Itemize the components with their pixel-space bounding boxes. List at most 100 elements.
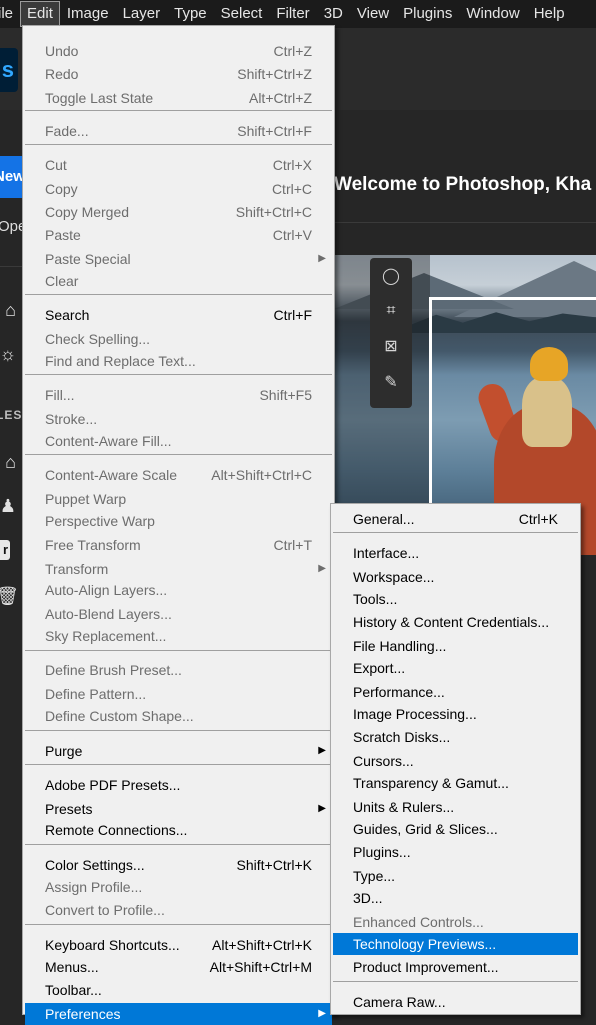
menu-item-technology-previews[interactable]: Technology Previews... [333, 933, 578, 955]
menu-item-type[interactable]: Type... [333, 865, 578, 887]
menu-item-menus[interactable]: Menus... Alt+Shift+Ctrl+M [25, 956, 332, 978]
menu-item-transform[interactable]: Transform ▶ [25, 558, 332, 580]
menu-item-history-and-content-credentials[interactable]: History & Content Credentials... [333, 611, 578, 633]
person-hair [522, 377, 572, 447]
menu-item-cursors[interactable]: Cursors... [333, 750, 578, 772]
menu-item-purge[interactable]: Purge ▶ [25, 740, 332, 762]
crop-icon[interactable]: ⌗ [370, 296, 412, 326]
menu-item-copy-merged[interactable]: Copy Merged Shift+Ctrl+C [25, 201, 332, 223]
new-file-button[interactable]: New [0, 156, 22, 198]
menu-layer[interactable]: Layer [116, 1, 168, 27]
menu-item-undo[interactable]: Undo Ctrl+Z [25, 40, 332, 62]
menu-item-interface[interactable]: Interface... [333, 542, 578, 564]
menu-item-adobe-pdf-presets[interactable]: Adobe PDF Presets... [25, 774, 332, 796]
menu-item-auto-blend-layers[interactable]: Auto-Blend Layers... [25, 603, 332, 625]
learn-lightbulb-icon[interactable]: ☼ [0, 344, 16, 365]
menu-item-export[interactable]: Export... [333, 657, 578, 679]
menu-item-product-improvement[interactable]: Product Improvement... [333, 956, 578, 978]
menu-item-content-aware-scale[interactable]: Content-Aware Scale Alt+Shift+Ctrl+C [25, 464, 332, 486]
menu-item-stroke[interactable]: Stroke... [25, 408, 332, 430]
menu-item-label: Keyboard Shortcuts... [45, 937, 180, 953]
menu-item-define-brush-preset[interactable]: Define Brush Preset... [25, 659, 332, 681]
menu-item-plugins[interactable]: Plugins... [333, 841, 578, 863]
menu-separator [25, 844, 332, 845]
menu-item-copy[interactable]: Copy Ctrl+C [25, 178, 332, 200]
menu-item-puppet-warp[interactable]: Puppet Warp [25, 488, 332, 510]
menu-item-clear[interactable]: Clear [25, 270, 332, 292]
menu-item-cut[interactable]: Cut Ctrl+X [25, 154, 332, 176]
menu-ile[interactable]: ile [0, 1, 20, 27]
menu-item-image-processing[interactable]: Image Processing... [333, 703, 578, 725]
home-icon[interactable]: ⌂ [0, 300, 16, 321]
menu-item-find-and-replace-text[interactable]: Find and Replace Text... [25, 350, 332, 372]
menu-item-workspace[interactable]: Workspace... [333, 566, 578, 588]
menu-item-paste[interactable]: Paste Ctrl+V [25, 224, 332, 246]
menu-item-label: Tools... [353, 591, 398, 607]
shared-users-icon[interactable]: ♟ [0, 496, 16, 517]
menu-item-label: Auto-Blend Layers... [45, 606, 172, 622]
menu-item-shortcut: Ctrl+V [272, 227, 312, 243]
menu-item-shortcut: Ctrl+C [271, 181, 312, 197]
menu-filter[interactable]: Filter [269, 1, 316, 27]
menu-item-general[interactable]: General... Ctrl+K [333, 508, 578, 530]
menu-item-label: Transparency & Gamut... [353, 775, 509, 791]
menu-item-performance[interactable]: Performance... [333, 681, 578, 703]
menu-item-shortcut: Shift+F5 [259, 387, 312, 403]
menu-item-enhanced-controls[interactable]: Enhanced Controls... [333, 911, 578, 933]
menu-item-shortcut: Shift+Ctrl+Z [237, 66, 312, 82]
menu-item-keyboard-shortcuts[interactable]: Keyboard Shortcuts... Alt+Shift+Ctrl+K [25, 934, 332, 956]
menu-item-units-and-rulers[interactable]: Units & Rulers... [333, 796, 578, 818]
menu-item-fill[interactable]: Fill... Shift+F5 [25, 384, 332, 406]
menu-item-label: Content-Aware Scale [45, 467, 178, 483]
menu-item-convert-to-profile[interactable]: Convert to Profile... [25, 899, 332, 921]
menu-edit[interactable]: Edit [20, 1, 60, 27]
menu-item-content-aware-fill[interactable]: Content-Aware Fill... [25, 430, 332, 452]
menu-item-perspective-warp[interactable]: Perspective Warp [25, 510, 332, 532]
menu-item-presets[interactable]: Presets ▶ [25, 798, 332, 820]
menu-item-redo[interactable]: Redo Shift+Ctrl+Z [25, 63, 332, 85]
menu-item-auto-align-layers[interactable]: Auto-Align Layers... [25, 579, 332, 601]
menu-item-shortcut: Shift+Ctrl+K [236, 857, 312, 873]
menu-image[interactable]: Image [60, 1, 116, 27]
menu-item-label: History & Content Credentials... [353, 614, 550, 630]
menu-plugins[interactable]: Plugins [396, 1, 459, 27]
menu-item-3d[interactable]: 3D... [333, 887, 578, 909]
menu-item-transparency-and-gamut[interactable]: Transparency & Gamut... [333, 772, 578, 794]
menu-item-scratch-disks[interactable]: Scratch Disks... [333, 726, 578, 748]
lightroom-badge[interactable]: r [0, 540, 10, 560]
lasso-icon[interactable]: ◯ [370, 262, 412, 292]
menu-item-toolbar[interactable]: Toolbar... [25, 979, 332, 1001]
menu-item-label: General... [353, 511, 415, 527]
menu-item-search[interactable]: Search Ctrl+F [25, 304, 332, 326]
menu-item-file-handling[interactable]: File Handling... [333, 635, 578, 657]
menu-select[interactable]: Select [214, 1, 270, 27]
menu-item-fade[interactable]: Fade... Shift+Ctrl+F [25, 120, 332, 142]
menu-item-assign-profile[interactable]: Assign Profile... [25, 876, 332, 898]
menu-item-label: Toolbar... [45, 982, 102, 998]
menu-item-define-custom-shape[interactable]: Define Custom Shape... [25, 705, 332, 727]
menu-item-guides-grid-and-slices[interactable]: Guides, Grid & Slices... [333, 818, 578, 840]
menu-view[interactable]: View [350, 1, 396, 27]
menu-3d[interactable]: 3D [317, 1, 350, 27]
menu-item-color-settings[interactable]: Color Settings... Shift+Ctrl+K [25, 854, 332, 876]
menu-item-free-transform[interactable]: Free Transform Ctrl+T [25, 534, 332, 556]
menu-item-check-spelling[interactable]: Check Spelling... [25, 328, 332, 350]
menu-item-label: Cursors... [353, 753, 414, 769]
frame-icon[interactable]: ⊠ [370, 332, 412, 362]
your-files-icon[interactable]: ⌂ [0, 452, 16, 473]
menu-item-paste-special[interactable]: Paste Special ▶ [25, 248, 332, 270]
menu-type[interactable]: Type [167, 1, 214, 27]
menu-item-define-pattern[interactable]: Define Pattern... [25, 683, 332, 705]
menu-item-tools[interactable]: Tools... [333, 588, 578, 610]
menu-item-toggle-last-state[interactable]: Toggle Last State Alt+Ctrl+Z [25, 87, 332, 109]
menu-help[interactable]: Help [527, 1, 572, 27]
menu-item-preferences[interactable]: Preferences ▶ [25, 1003, 332, 1025]
menu-item-remote-connections[interactable]: Remote Connections... [25, 819, 332, 841]
menu-item-camera-raw[interactable]: Camera Raw... [333, 991, 578, 1013]
trash-icon[interactable]: 🗑 [0, 586, 19, 607]
menu-window[interactable]: Window [459, 1, 526, 27]
menu-item-sky-replacement[interactable]: Sky Replacement... [25, 625, 332, 647]
menu-item-label: Scratch Disks... [353, 729, 451, 745]
menu-item-label: Auto-Align Layers... [45, 582, 168, 598]
eyedropper-icon[interactable]: ✎ [370, 368, 412, 398]
